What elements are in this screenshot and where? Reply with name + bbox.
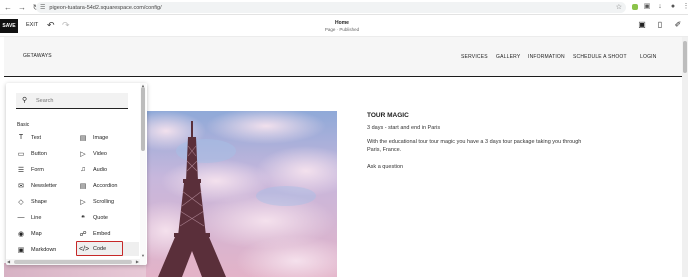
site-info-icon[interactable]: ☰ [40,4,45,11]
undo-icon[interactable]: ↶ [47,20,55,31]
scrolling-icon: ▷ [80,198,86,206]
block-embed[interactable]: ☍ Embed [79,228,110,239]
audio-icon: ♫ [80,166,86,173]
block-label: Line [31,214,42,221]
extension-icons: ▣ ↓ ● ⋮ [632,3,688,11]
back-icon[interactable]: ← [2,1,14,13]
site-logo[interactable]: GETAWAYS [23,53,52,59]
block-label: Form [31,166,44,173]
save-button[interactable]: SAVE [0,19,18,33]
block-markdown[interactable]: ▣ Markdown [17,244,57,255]
add-block-panel: ⚲ Basic T Text ▤ Image ▭ Button ▷ Video ☰ For… [6,83,147,265]
quote-icon: ❝ [81,214,85,222]
shape-icon: ◇ [18,198,24,206]
mobile-view-icon[interactable]: ▯ [655,20,665,30]
embed-icon: ☍ [79,230,87,238]
panel-scrollbar[interactable]: ▲ ▼ [140,83,146,265]
search-input[interactable] [36,95,124,106]
scroll-left-icon[interactable]: ◀ [7,259,10,264]
redo-icon[interactable]: ↷ [62,20,70,31]
content-subtitle: 3 days - start and end in Paris [367,125,441,131]
design-brush-icon[interactable]: ✐ [673,20,683,30]
page-name: Home [335,20,349,26]
block-label: Accordion [93,182,118,189]
block-label: Scrolling [93,198,115,205]
nav-login[interactable]: LOGIN [640,54,657,60]
block-text[interactable]: T Text [17,132,41,143]
newsletter-icon: ✉ [18,182,24,190]
page-scrollbar[interactable] [682,37,688,277]
content-title: TOUR MAGIC [367,112,409,119]
nav-services[interactable]: SERVICES [461,54,488,60]
block-label: Audio [93,166,108,173]
block-audio[interactable]: ♫ Audio [79,164,107,175]
block-label: Map [31,230,42,237]
markdown-icon: ▣ [17,246,25,254]
block-scrolling[interactable]: ▷ Scrolling [79,196,114,207]
block-search[interactable]: ⚲ [16,93,128,109]
extension-icon[interactable] [632,4,638,10]
block-label: Text [31,134,42,141]
block-button[interactable]: ▭ Button [17,148,47,159]
forward-icon[interactable]: → [16,1,28,13]
block-shape[interactable]: ◇ Shape [17,196,47,207]
nav-gallery[interactable]: GALLERY [496,54,520,60]
content-description: With the educational tour tour magic you… [367,139,582,145]
download-icon[interactable]: ↓ [656,3,664,11]
button-icon: ▭ [17,150,25,158]
block-video[interactable]: ▷ Video [79,148,107,159]
ask-question-link[interactable]: Ask a question [367,163,403,171]
panel-horizontal-scrollbar[interactable]: ◀ ▶ [6,259,140,265]
site-header: GETAWAYS SERVICES GALLERY INFORMATION SC… [4,37,684,77]
block-label: Video [93,150,107,157]
block-quote[interactable]: ❝ Quote [79,212,108,223]
block-label: Newsletter [31,182,57,189]
desktop-view-icon[interactable]: ▣ [637,20,647,30]
content-description-cont: Paris, France. [367,147,402,153]
exit-button[interactable]: EXIT [26,22,38,28]
image-icon: ▤ [79,134,87,142]
profile-icon[interactable]: ● [669,3,677,11]
block-label: Embed [93,230,111,237]
block-label: Image [93,134,109,141]
block-image[interactable]: ▤ Image [79,132,109,143]
video-icon: ▷ [80,150,86,158]
block-map[interactable]: ◉ Map [17,228,42,239]
map-icon: ◉ [17,230,25,238]
search-icon: ⚲ [22,97,28,104]
block-label: Markdown [31,246,57,253]
address-bar[interactable]: ☰ pigeon-tuatara-54d2.squarespace.com/co… [36,2,626,13]
text-icon: T [18,134,24,141]
block-label: Shape [31,198,47,205]
scroll-right-icon[interactable]: ▶ [136,259,139,264]
background-image-strip [4,263,146,277]
form-icon: ☰ [17,166,25,174]
bookmark-star-icon[interactable]: ☆ [616,3,622,11]
block-accordion[interactable]: ▤ Accordion [79,180,118,191]
publish-status: Page · Published [324,27,360,32]
menu-icon[interactable]: ⋮ [682,3,688,11]
url-text: pigeon-tuatara-54d2.squarespace.com/conf… [49,4,162,11]
block-newsletter[interactable]: ✉ Newsletter [17,180,57,191]
block-label: Button [31,150,47,157]
nav-information[interactable]: INFORMATION [528,54,565,60]
line-icon: — [17,214,25,221]
extensions-puzzle-icon[interactable]: ▣ [643,3,651,11]
accordion-icon: ▤ [79,182,87,190]
editor-toolbar: SAVE EXIT ↶ ↷ Home Page · Published ▣ ▯ … [0,15,688,37]
browser-toolbar: ← → ↻ ☰ pigeon-tuatara-54d2.squarespace.… [0,0,688,15]
page-status[interactable]: Home Page · Published [312,20,372,32]
scroll-down-icon[interactable]: ▼ [140,253,146,258]
block-form[interactable]: ☰ Form [17,164,44,175]
eiffel-tower-image[interactable] [146,111,337,277]
code-block-highlight [76,241,123,256]
nav-schedule[interactable]: SCHEDULE A SHOOT [573,54,627,60]
block-label: Quote [93,214,108,221]
block-line[interactable]: — Line [17,212,42,223]
section-label-basic: Basic [17,122,30,128]
